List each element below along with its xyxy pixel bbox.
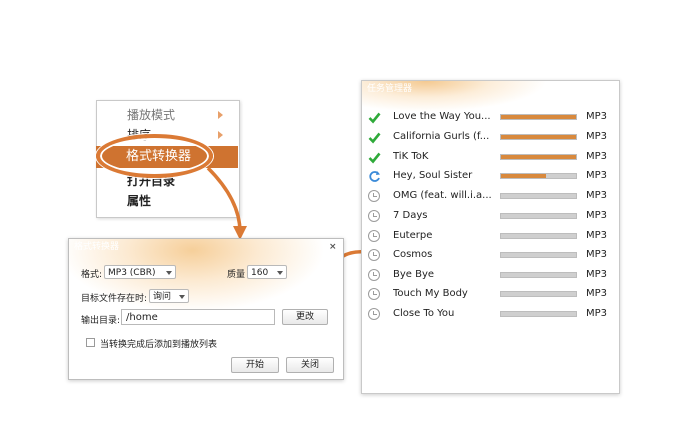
progress-bar: [500, 311, 577, 317]
task-row[interactable]: Euterpe MP3: [362, 226, 619, 246]
change-button[interactable]: 更改: [282, 309, 328, 325]
task-row[interactable]: Touch My Body MP3: [362, 284, 619, 304]
clock-icon: [368, 210, 381, 223]
clock-icon: [368, 308, 381, 321]
clock-icon: [368, 249, 381, 262]
refresh-icon: [368, 170, 381, 183]
task-row[interactable]: California Gurls (f... MP3: [362, 127, 619, 147]
progress-bar: [500, 252, 577, 258]
task-manager-window: 任务管理器 Love the Way You... MP3 California G…: [361, 80, 620, 394]
format-label: 格式:: [81, 270, 103, 280]
checkmark-icon: [368, 111, 381, 124]
add-to-playlist-checkbox[interactable]: [86, 338, 95, 347]
task-row[interactable]: Hey, Soul Sister MP3: [362, 166, 619, 186]
exists-select[interactable]: 询问: [149, 289, 189, 303]
task-row[interactable]: Cosmos MP3: [362, 245, 619, 265]
task-format: MP3: [586, 151, 608, 162]
clock-icon: [368, 190, 381, 203]
task-format: MP3: [586, 111, 608, 122]
task-row[interactable]: Close To You MP3: [362, 304, 619, 324]
task-row[interactable]: 7 Days MP3: [362, 206, 619, 226]
window-title: 任务管理器: [367, 84, 413, 94]
format-select[interactable]: MP3 (CBR): [104, 265, 176, 279]
progress-bar: [500, 114, 577, 120]
task-format: MP3: [586, 170, 608, 181]
output-label: 输出目录:: [81, 316, 121, 326]
start-button[interactable]: 开始: [231, 357, 279, 373]
progress-bar: [500, 154, 577, 160]
task-name: OMG (feat. will.i.a...: [393, 190, 492, 201]
clock-icon: [368, 288, 381, 301]
task-name: Bye Bye: [393, 269, 435, 280]
progress-bar: [500, 272, 577, 278]
chevron-down-icon: [277, 271, 283, 275]
format-select-value: MP3 (CBR): [108, 268, 156, 278]
progress-bar: [500, 173, 577, 179]
task-name: Euterpe: [393, 230, 433, 241]
task-format: MP3: [586, 269, 608, 280]
format-converter-dialog: 格式转换器 × 格式: MP3 (CBR) 质量 160 目标文件存在时: 询问…: [68, 238, 344, 380]
output-dir-input[interactable]: /home: [121, 309, 275, 325]
chevron-down-icon: [166, 271, 172, 275]
task-format: MP3: [586, 230, 608, 241]
checkmark-icon: [368, 131, 381, 144]
clock-icon: [368, 269, 381, 282]
task-row[interactable]: Bye Bye MP3: [362, 265, 619, 285]
progress-bar: [500, 291, 577, 297]
task-name: California Gurls (f...: [393, 131, 490, 142]
quality-select[interactable]: 160: [247, 265, 287, 279]
clock-icon: [368, 230, 381, 243]
task-row[interactable]: OMG (feat. will.i.a... MP3: [362, 186, 619, 206]
checkmark-icon: [368, 151, 381, 164]
quality-label: 质量: [227, 270, 246, 280]
progress-bar: [500, 213, 577, 219]
add-to-playlist-label: 当转换完成后添加到播放列表: [100, 340, 218, 350]
progress-fill: [501, 174, 546, 178]
task-format: MP3: [586, 308, 608, 319]
task-name: 7 Days: [393, 210, 428, 221]
task-row[interactable]: TiK ToK MP3: [362, 147, 619, 167]
task-row[interactable]: Love the Way You... MP3: [362, 107, 619, 127]
task-name: Close To You: [393, 308, 455, 319]
task-name: TiK ToK: [393, 151, 429, 162]
task-name: Love the Way You...: [393, 111, 491, 122]
quality-select-value: 160: [251, 268, 269, 278]
exists-select-value: 询问: [153, 292, 172, 302]
task-name: Cosmos: [393, 249, 433, 260]
exists-label: 目标文件存在时:: [81, 294, 148, 304]
progress-bar: [500, 134, 577, 140]
task-format: MP3: [586, 288, 608, 299]
chevron-down-icon: [179, 295, 185, 299]
task-format: MP3: [586, 249, 608, 260]
progress-fill: [501, 115, 576, 119]
task-format: MP3: [586, 210, 608, 221]
task-format: MP3: [586, 131, 608, 142]
progress-fill: [501, 155, 576, 159]
close-icon[interactable]: ×: [329, 242, 337, 252]
progress-bar: [500, 193, 577, 199]
task-name: Hey, Soul Sister: [393, 170, 473, 181]
dialog-title: 格式转换器: [74, 242, 120, 252]
progress-fill: [501, 135, 576, 139]
task-format: MP3: [586, 190, 608, 201]
progress-bar: [500, 233, 577, 239]
arrow-to-converter: [206, 166, 242, 233]
task-name: Touch My Body: [393, 288, 468, 299]
close-button[interactable]: 关闭: [286, 357, 334, 373]
